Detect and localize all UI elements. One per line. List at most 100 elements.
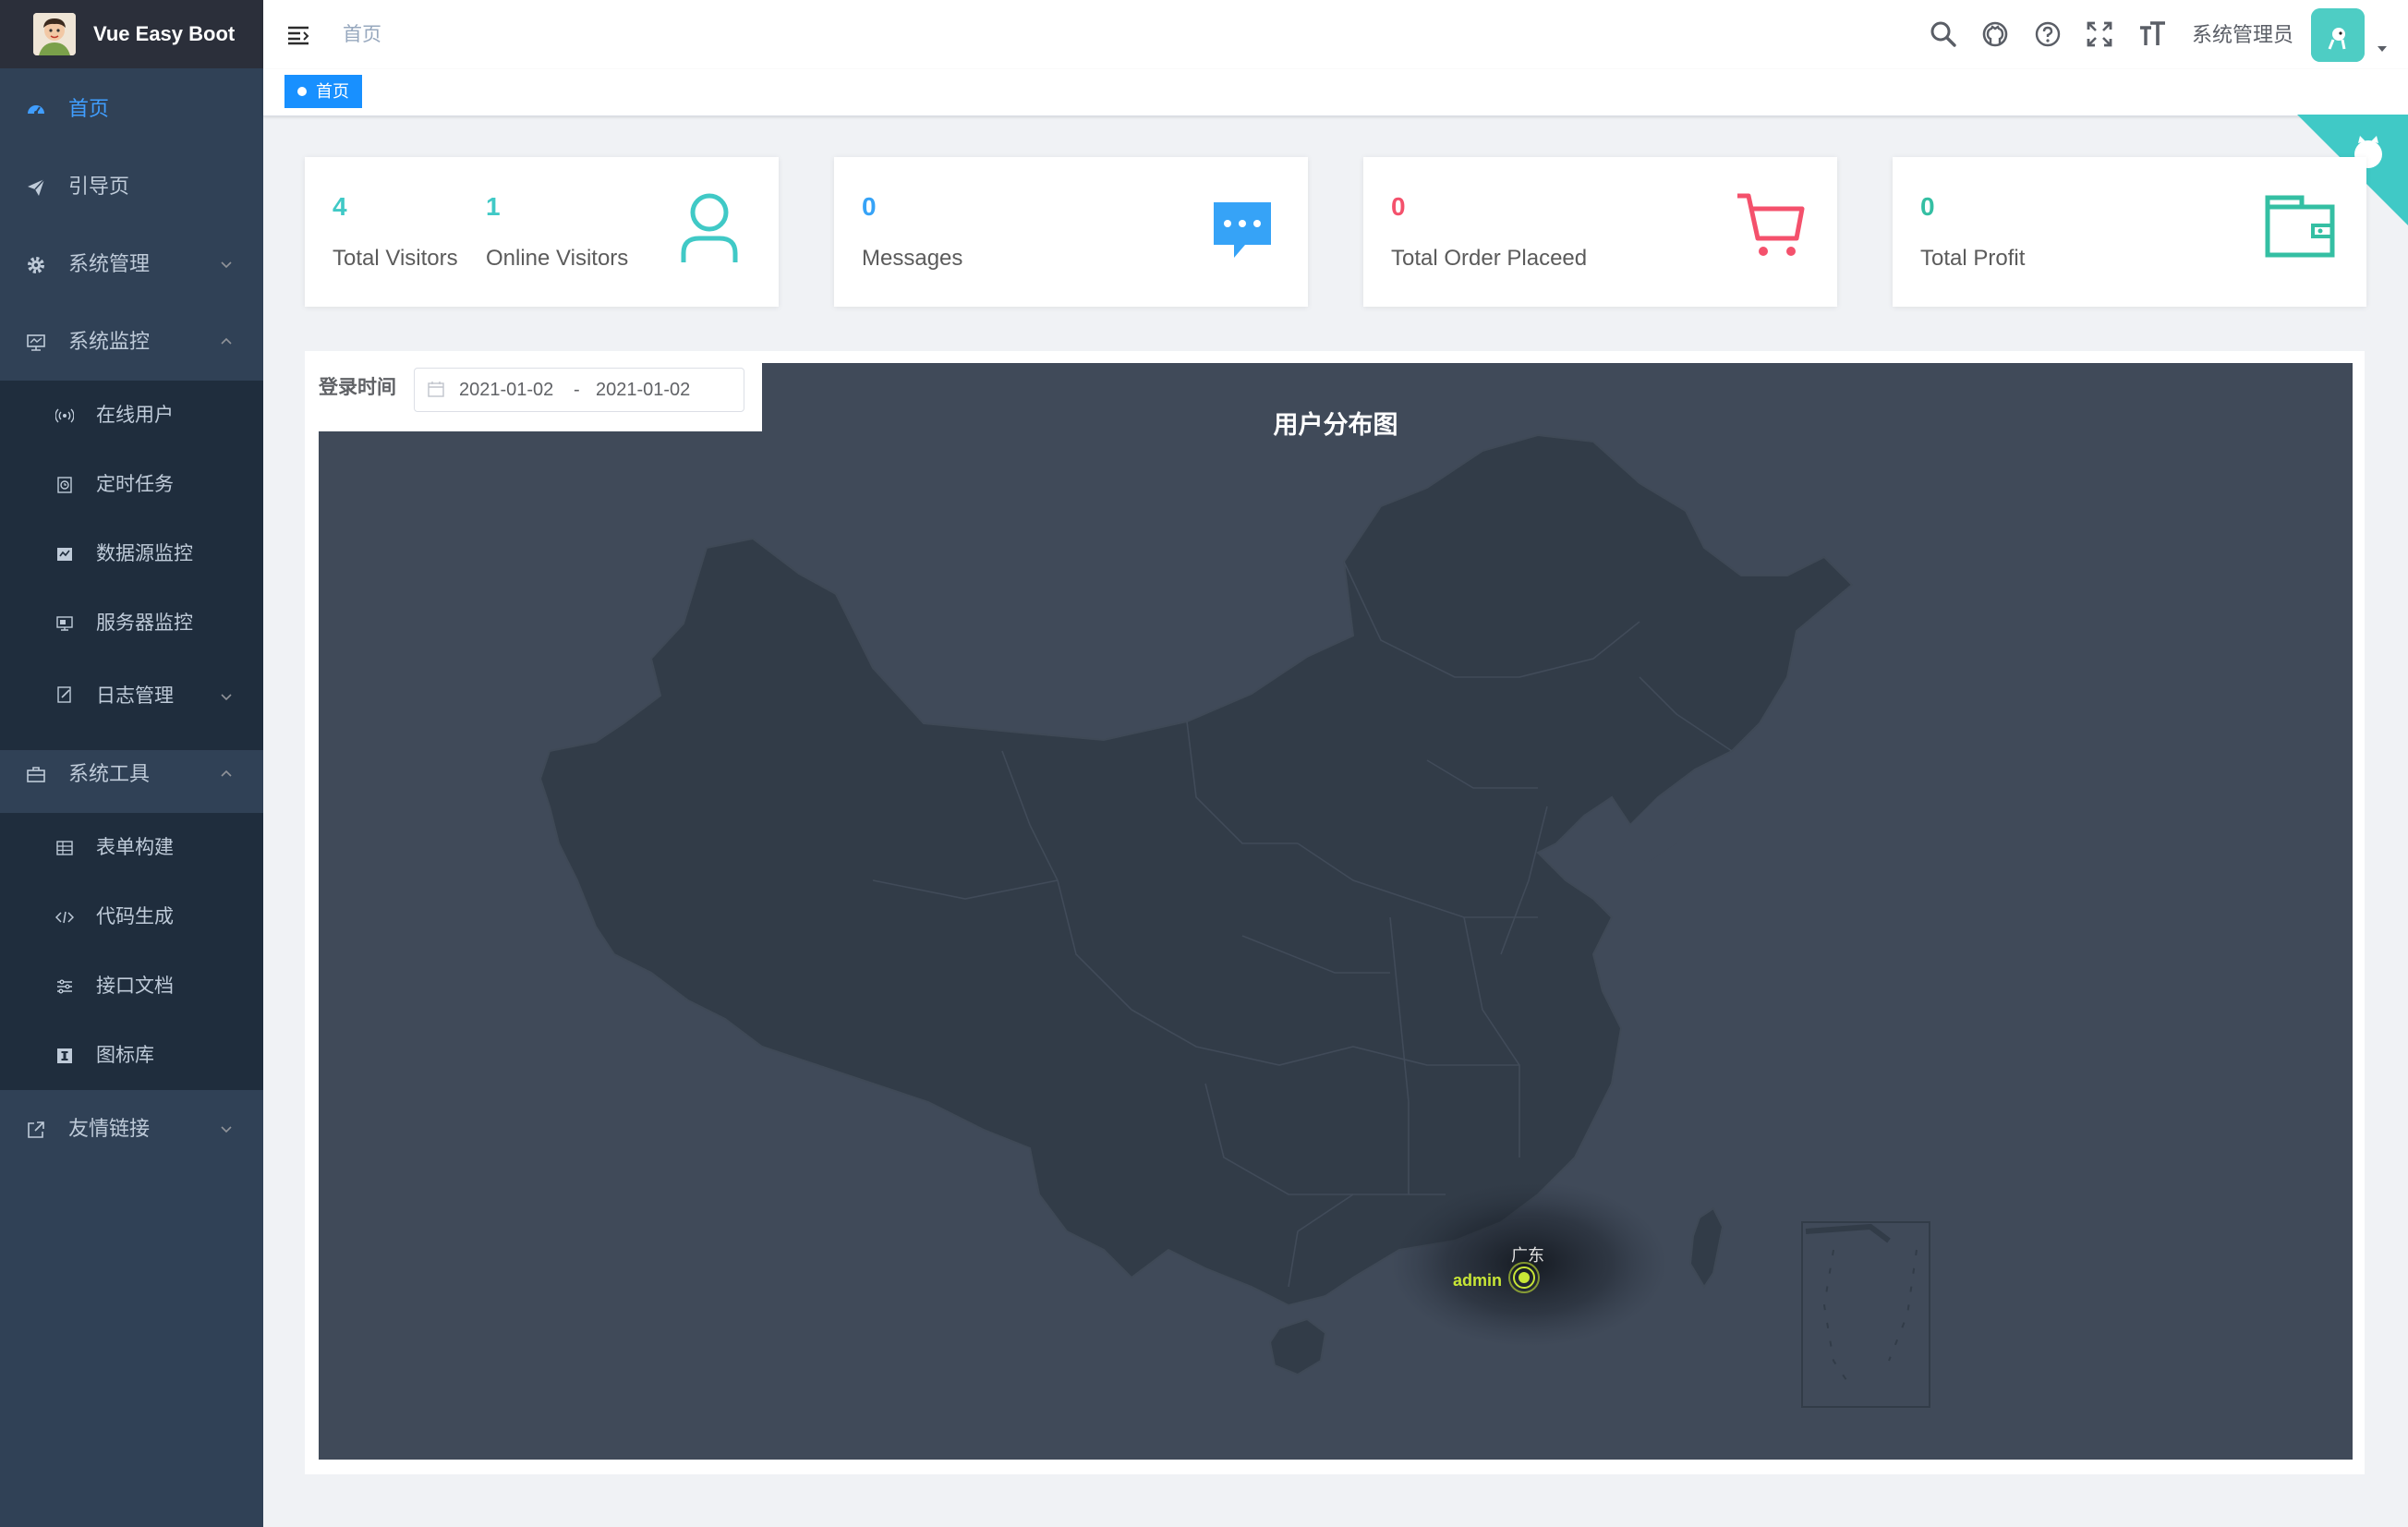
tags-view: 首页 xyxy=(263,69,2408,116)
chevron-up-icon xyxy=(219,334,234,349)
sidebar-item-system-tools[interactable]: 系统工具 xyxy=(0,735,263,813)
sidebar-item-guide[interactable]: 引导页 xyxy=(0,148,263,225)
sidebar-item-online-users[interactable]: 在线用户 xyxy=(0,381,263,450)
wallet-icon xyxy=(2265,194,2335,259)
log-icon xyxy=(55,685,74,704)
china-landmass xyxy=(538,433,1854,1307)
github-icon[interactable] xyxy=(1979,18,2011,50)
logo-bar[interactable]: Vue Easy Boot xyxy=(0,0,263,68)
sidebar-item-home[interactable]: 首页 xyxy=(0,70,263,148)
sidebar-item-label: 系统工具 xyxy=(68,762,151,785)
orders-card[interactable]: 0 Total Order Placeed xyxy=(1363,157,1837,307)
chevron-down-icon xyxy=(219,257,234,272)
hamburger-icon[interactable] xyxy=(285,22,311,48)
south-sea-inset xyxy=(1801,1221,1930,1408)
sidebar-subitem-label: 图标库 xyxy=(96,1045,154,1066)
sidebar-item-label: 引导页 xyxy=(68,175,130,198)
sidebar-subitem-label: 表单构建 xyxy=(96,837,174,858)
hainan-island xyxy=(1268,1317,1327,1376)
code-icon xyxy=(55,908,74,927)
paper-plane-icon xyxy=(26,177,46,198)
date-range-picker[interactable]: 2021-01-02 - 2021-01-02 xyxy=(414,368,744,412)
active-dot-icon xyxy=(297,87,307,96)
sidebar-item-api-docs[interactable]: 接口文档 xyxy=(0,951,263,1021)
sidebar-subitem-label: 定时任务 xyxy=(96,474,174,495)
sidebar-item-icon-library[interactable]: 图标库 xyxy=(0,1021,263,1090)
messages-label: Messages xyxy=(862,246,963,271)
sidebar-item-form-builder[interactable]: 表单构建 xyxy=(0,813,263,882)
chevron-up-icon xyxy=(219,767,234,782)
chevron-down-icon xyxy=(219,689,234,704)
chevron-down-icon[interactable] xyxy=(2378,46,2387,52)
sidebar-subitem-label: 代码生成 xyxy=(96,906,174,927)
icon-library-icon xyxy=(55,1047,74,1065)
sidebar: Vue Easy Boot 首页 引导页 系统管理 系统监控 在线用户 定时任务… xyxy=(0,0,263,1527)
sidebar-item-datasource-monitor[interactable]: 数据源监控 xyxy=(0,519,263,588)
fullscreen-icon[interactable] xyxy=(2084,18,2115,50)
sidebar-item-code-generator[interactable]: 代码生成 xyxy=(0,882,263,951)
calendar-icon xyxy=(428,381,444,397)
form-icon xyxy=(55,839,74,857)
tag-label: 首页 xyxy=(316,82,349,101)
sidebar-subitem-label: 接口文档 xyxy=(96,976,174,997)
datasource-icon xyxy=(55,545,74,564)
breadcrumb: 首页 xyxy=(343,24,381,45)
filter-label: 登录时间 xyxy=(319,377,396,398)
china-map[interactable] xyxy=(319,363,2353,1460)
visitors-card[interactable]: 4 Total Visitors 1 Online Visitors xyxy=(305,157,779,307)
taiwan-island xyxy=(1688,1206,1724,1289)
sidebar-subitem-label: 日志管理 xyxy=(96,685,174,707)
profit-label: Total Profit xyxy=(1920,246,2026,271)
sidebar-item-label: 系统监控 xyxy=(68,330,151,353)
user-icon xyxy=(679,192,740,264)
online-icon xyxy=(55,406,74,425)
region-label: 广东 xyxy=(1511,1246,1544,1265)
toolbox-icon xyxy=(26,765,46,785)
timer-icon xyxy=(55,476,74,494)
profit-card[interactable]: 0 Total Profit xyxy=(1893,157,2366,307)
font-size-icon[interactable] xyxy=(2136,18,2168,50)
user-point-label: admin xyxy=(1453,1271,1503,1290)
admin-marker xyxy=(1508,1262,1540,1293)
sidebar-item-system-monitor[interactable]: 系统监控 xyxy=(0,303,263,381)
sidebar-item-friend-links[interactable]: 友情链接 xyxy=(0,1090,263,1168)
online-visitors-label: Online Visitors xyxy=(486,246,629,271)
sidebar-item-server-monitor[interactable]: 服务器监控 xyxy=(0,588,263,658)
shopping-cart-icon xyxy=(1736,192,1806,262)
sidebar-subitem-label: 数据源监控 xyxy=(96,543,193,564)
chevron-down-icon xyxy=(219,1121,234,1136)
orders-value: 0 xyxy=(1391,192,1406,221)
gear-icon xyxy=(26,255,46,275)
logo-avatar xyxy=(33,13,76,55)
sidebar-item-log-management[interactable]: 日志管理 xyxy=(0,658,263,735)
sidebar-item-label: 系统管理 xyxy=(68,252,151,275)
app-title: Vue Easy Boot xyxy=(93,22,236,45)
end-date-input[interactable]: 2021-01-02 xyxy=(596,369,690,411)
sidebar-subitem-label: 服务器监控 xyxy=(96,612,193,634)
date-separator: - xyxy=(574,380,580,400)
user-name[interactable]: 系统管理员 xyxy=(2192,0,2293,69)
avatar[interactable] xyxy=(2311,8,2365,62)
search-icon[interactable] xyxy=(1928,18,1959,50)
server-icon xyxy=(55,614,74,633)
profit-value: 0 xyxy=(1920,192,1935,221)
messages-value: 0 xyxy=(862,192,877,221)
total-visitors-label: Total Visitors xyxy=(333,246,458,271)
messages-card[interactable]: 0 Messages xyxy=(834,157,1308,307)
sidebar-item-label: 首页 xyxy=(68,97,110,120)
login-time-filter: 登录时间 2021-01-02 - 2021-01-02 xyxy=(319,363,762,431)
sidebar-item-label: 友情链接 xyxy=(68,1117,151,1140)
tag-home[interactable]: 首页 xyxy=(284,75,362,108)
sidebar-subitem-label: 在线用户 xyxy=(96,405,174,426)
navbar: 首页 系统管理员 xyxy=(263,0,2408,69)
sidebar-item-system-admin[interactable]: 系统管理 xyxy=(0,225,263,303)
orders-label: Total Order Placeed xyxy=(1391,246,1588,271)
external-link-icon xyxy=(26,1120,46,1140)
dashboard-icon xyxy=(26,100,46,120)
online-visitors-value: 1 xyxy=(486,192,501,221)
help-icon[interactable] xyxy=(2032,18,2063,50)
message-icon xyxy=(1212,199,1273,261)
sidebar-item-scheduled-tasks[interactable]: 定时任务 xyxy=(0,450,263,519)
monitor-icon xyxy=(26,333,46,353)
start-date-input[interactable]: 2021-01-02 xyxy=(459,369,553,411)
